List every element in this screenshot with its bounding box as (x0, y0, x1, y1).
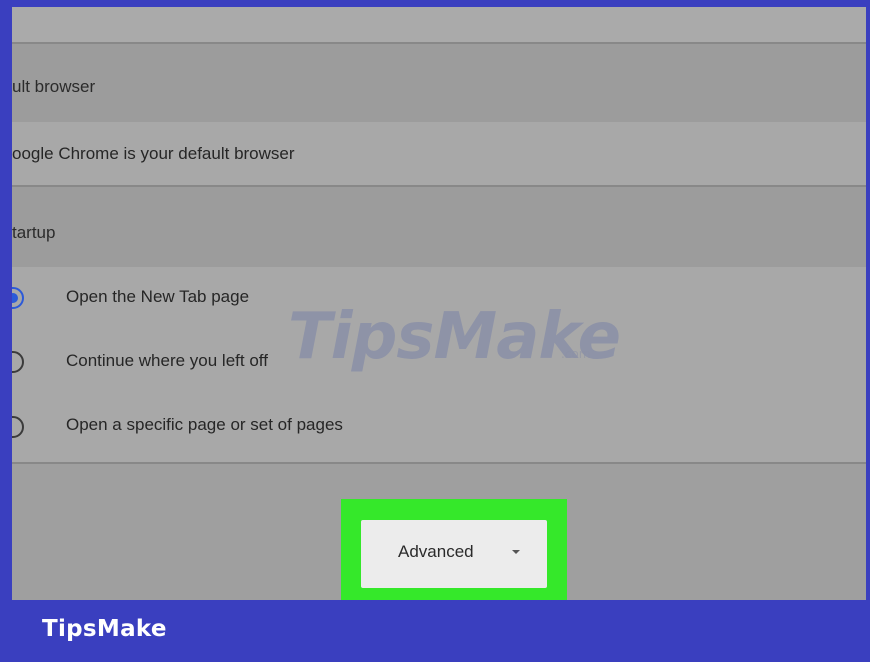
previous-section-row (12, 7, 866, 42)
startup-heading: tartup (12, 223, 56, 242)
radio-unchecked-icon[interactable] (12, 416, 24, 438)
frame-top-border (0, 0, 870, 7)
default-browser-status-row: oogle Chrome is your default browser (12, 122, 866, 185)
watermark-logo: TipsMake (288, 300, 621, 374)
frame-right-border (866, 0, 870, 600)
radio-unchecked-icon[interactable] (12, 351, 24, 373)
watermark-suffix: .com (561, 347, 591, 361)
default-browser-status: oogle Chrome is your default browser (12, 144, 295, 163)
divider (12, 462, 866, 464)
default-browser-header-row: ult browser (12, 44, 866, 122)
chevron-down-icon (512, 550, 520, 554)
startup-option-label: Open a specific page or set of pages (66, 415, 343, 434)
startup-header-row: tartup (12, 187, 866, 267)
startup-option-label: Open the New Tab page (66, 287, 250, 306)
startup-option-label: Continue where you left off (66, 351, 268, 370)
default-browser-heading: ult browser (12, 77, 96, 96)
frame-left-border (0, 0, 12, 662)
radio-checked-icon[interactable] (12, 287, 24, 309)
footer-brand-logo: TipsMake (42, 616, 167, 642)
advanced-button-label: Advanced (398, 542, 474, 561)
